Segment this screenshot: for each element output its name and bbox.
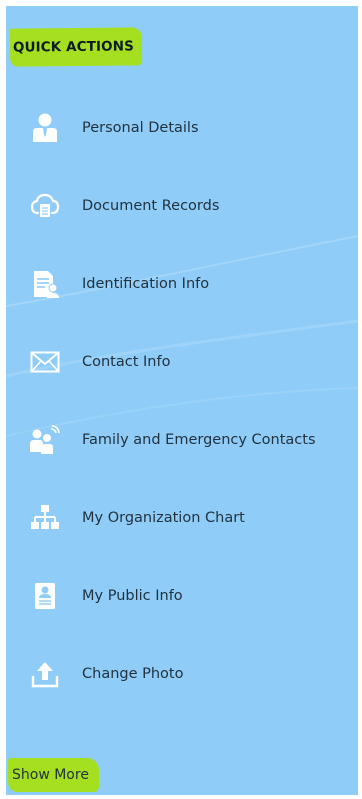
menu-item-label: Identification Info xyxy=(82,276,210,292)
cloud-document-icon xyxy=(28,189,62,223)
envelope-icon xyxy=(28,345,62,379)
menu-item-label: Change Photo xyxy=(82,666,184,682)
menu-item-contact-info[interactable]: Contact Info xyxy=(6,340,358,384)
menu-item-organization-chart[interactable]: My Organization Chart xyxy=(6,496,358,540)
org-chart-icon xyxy=(28,501,62,535)
menu-item-personal-details[interactable]: Personal Details xyxy=(6,106,358,150)
menu-item-identification-info[interactable]: Identification Info xyxy=(6,262,358,306)
menu-item-label: My Organization Chart xyxy=(82,510,245,526)
show-more-button[interactable]: Show More xyxy=(8,758,99,792)
show-more-label: Show More xyxy=(12,767,89,783)
menu-item-label: My Public Info xyxy=(82,588,183,604)
menu-item-family-emergency-contacts[interactable]: Family and Emergency Contacts xyxy=(6,418,358,462)
menu-item-label: Contact Info xyxy=(82,354,171,370)
id-badge-icon xyxy=(28,579,62,613)
menu-item-document-records[interactable]: Document Records xyxy=(6,184,358,228)
family-contacts-icon xyxy=(28,423,62,457)
menu-item-label: Family and Emergency Contacts xyxy=(82,432,316,448)
menu-item-public-info[interactable]: My Public Info xyxy=(6,574,358,618)
id-document-icon xyxy=(28,267,62,301)
quick-actions-panel: QUICK ACTIONS Personal Details Document … xyxy=(6,6,358,795)
person-icon xyxy=(28,111,62,145)
quick-actions-menu: Personal Details Document Records Identi… xyxy=(6,6,358,795)
upload-icon xyxy=(28,657,62,691)
menu-item-change-photo[interactable]: Change Photo xyxy=(6,652,358,696)
menu-item-label: Document Records xyxy=(82,198,220,214)
menu-item-label: Personal Details xyxy=(82,120,199,136)
